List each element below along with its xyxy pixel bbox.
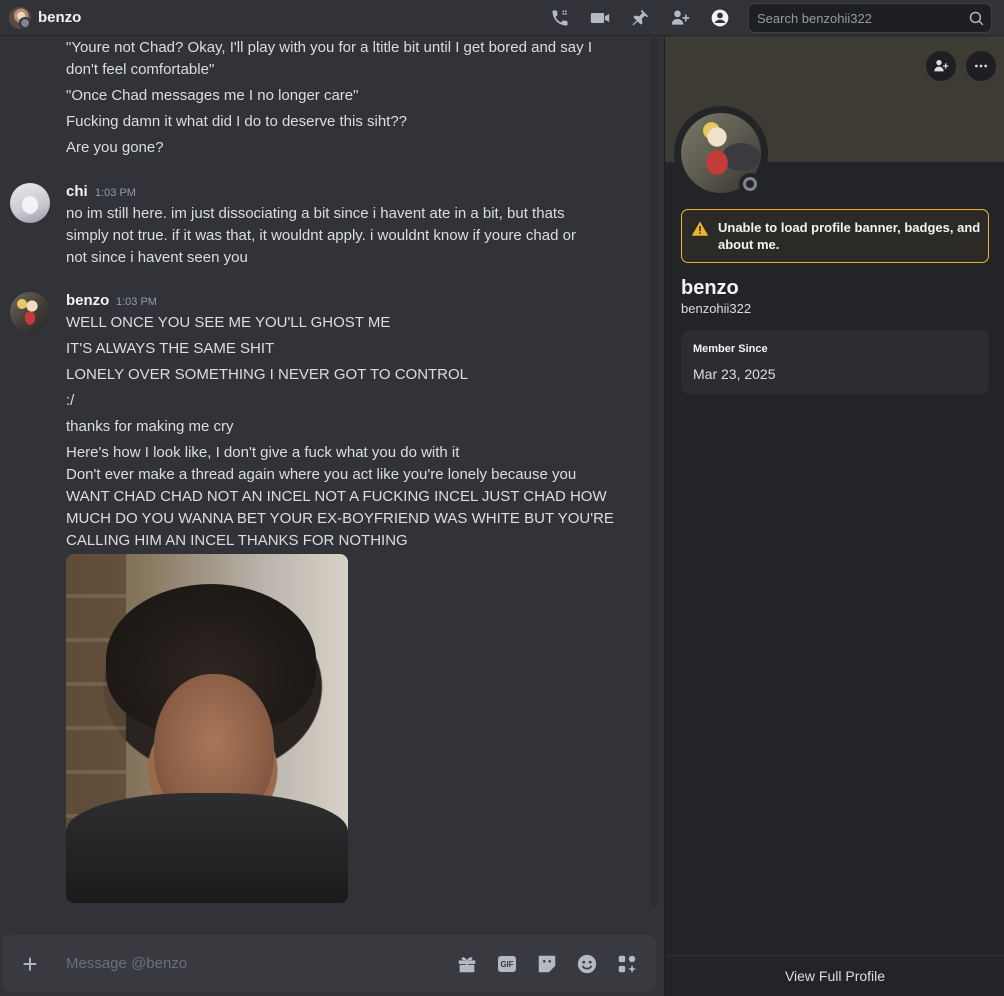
message-line: LONELY OVER SOMETHING I NEVER GOT TO CON…: [66, 366, 469, 383]
warning-icon: [691, 220, 709, 238]
add-attachment-icon[interactable]: +: [18, 951, 42, 977]
avatar[interactable]: [10, 292, 50, 332]
message-line: not since i havent seen you: [66, 249, 248, 266]
chat-header: benzo: [0, 0, 1004, 36]
add-friend-icon: [934, 60, 949, 72]
message-line: CALLING HIM AN INCEL THANKS FOR NOTHING: [66, 532, 408, 549]
phone-call-icon[interactable]: [550, 8, 570, 28]
profile-display-name: benzo: [681, 277, 739, 299]
message-line: IT'S ALWAYS THE SAME SHIT: [66, 340, 275, 357]
view-full-profile-link[interactable]: View Full Profile: [665, 955, 1004, 996]
gif-icon[interactable]: GIF: [496, 953, 518, 975]
add-friend-icon[interactable]: [670, 8, 690, 28]
message-line: Here's how I look like, I don't give a f…: [66, 444, 460, 461]
profile-load-warning: Unable to load profile banner, badges, a…: [681, 209, 989, 263]
message-timestamp: 1:03 PM: [116, 296, 157, 308]
emoji-icon[interactable]: [576, 953, 598, 975]
user-profile-panel: Unable to load profile banner, badges, a…: [664, 37, 1004, 996]
gif-label: GIF: [498, 956, 516, 972]
search-icon[interactable]: [968, 10, 985, 27]
add-friend-button[interactable]: [926, 51, 956, 81]
message-author[interactable]: benzo: [66, 292, 109, 309]
message-line: WELL ONCE YOU SEE ME YOU'LL GHOST ME: [66, 314, 391, 331]
member-since-card: Member Since Mar 23, 2025: [681, 330, 989, 394]
message-line: Don't ever make a thread again where you…: [66, 466, 577, 483]
image-attachment[interactable]: [66, 554, 348, 903]
message-author[interactable]: chi: [66, 183, 88, 200]
sticker-icon[interactable]: [536, 953, 558, 975]
avatar[interactable]: [10, 183, 50, 223]
header-title[interactable]: benzo: [38, 9, 81, 26]
photo-shirt: [66, 793, 348, 903]
message-line: don't feel comfortable": [66, 61, 215, 78]
header-avatar[interactable]: [9, 7, 31, 29]
video-call-icon[interactable]: [590, 8, 610, 28]
message-line: "Once Chad messages me I no longer care": [66, 87, 359, 104]
more-icon: [975, 64, 987, 68]
message-line: thanks for making me cry: [66, 418, 234, 435]
more-options-button[interactable]: [966, 51, 996, 81]
search-box[interactable]: [748, 3, 992, 33]
message-line: WANT CHAD CHAD NOT AN INCEL NOT A FUCKIN…: [66, 488, 607, 505]
offline-status-icon: [739, 173, 761, 195]
message-line: simply not true. if it was that, it woul…: [66, 227, 576, 244]
message-timestamp: 1:03 PM: [95, 187, 136, 199]
message-line: no im still here. im just dissociating a…: [66, 205, 565, 222]
message-line: :/: [66, 392, 75, 409]
warning-text: Unable to load profile banner, badges, a…: [718, 220, 981, 252]
message-composer: + GIF: [2, 935, 656, 992]
message-list: "Youre not Chad? Okay, I'll play with yo…: [0, 37, 660, 933]
profile-username[interactable]: benzohii322: [681, 301, 751, 316]
search-input[interactable]: [757, 4, 967, 32]
user-profile-icon[interactable]: [710, 8, 730, 28]
chat-scrollbar[interactable]: [650, 37, 658, 907]
message-line: Fucking damn it what did I do to deserve…: [66, 113, 408, 130]
member-since-date: Mar 23, 2025: [693, 366, 776, 382]
message-line: "Youre not Chad? Okay, I'll play with yo…: [66, 39, 592, 56]
member-since-label: Member Since: [693, 343, 768, 355]
message-line: MUCH DO YOU WANNA BET YOUR EX-BOYFRIEND …: [66, 510, 614, 527]
message-input[interactable]: [66, 949, 426, 977]
pin-icon[interactable]: [630, 8, 650, 28]
apps-icon[interactable]: [616, 953, 638, 975]
message-line: Are you gone?: [66, 139, 164, 156]
gift-icon[interactable]: [456, 953, 478, 975]
